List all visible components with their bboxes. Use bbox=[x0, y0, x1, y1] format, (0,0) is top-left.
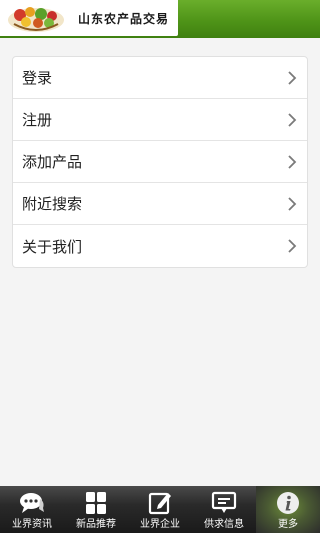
nav-tab-supply-demand[interactable]: 供求信息 bbox=[192, 486, 256, 533]
menu-item-label: 关于我们 bbox=[22, 237, 83, 256]
menu-item-label: 登录 bbox=[22, 69, 53, 87]
header-panel: 山东农产品交易 bbox=[0, 0, 178, 36]
nav-tab-label: 新品推荐 bbox=[76, 519, 116, 530]
nav-tab-label: 业界企业 bbox=[140, 519, 180, 530]
nav-tab-label: 供求信息 bbox=[204, 519, 244, 530]
menu-list: 登录 注册 添加产品 附近搜索 关于我们 bbox=[12, 56, 308, 268]
logo-icon bbox=[8, 7, 64, 32]
nav-tab-label: 业界资讯 bbox=[12, 519, 52, 530]
app-title: 山东农产品交易 bbox=[78, 12, 170, 26]
bottom-nav: 业界资讯 新品推荐 业界企业 供求信息 更多 bbox=[0, 486, 320, 533]
nav-tab-more[interactable]: 更多 bbox=[256, 486, 320, 533]
menu-item-login[interactable]: 登录 bbox=[13, 57, 307, 99]
menu-item-label: 注册 bbox=[22, 111, 53, 129]
message-icon bbox=[211, 491, 237, 513]
menu-item-register[interactable]: 注册 bbox=[13, 99, 307, 141]
chevron-right-icon bbox=[288, 197, 297, 211]
chat-bubbles-icon bbox=[20, 493, 44, 513]
menu-item-add-product[interactable]: 添加产品 bbox=[13, 141, 307, 183]
nav-tab-label: 更多 bbox=[278, 519, 298, 530]
edit-icon bbox=[148, 492, 171, 515]
chevron-right-icon bbox=[288, 113, 297, 127]
nav-tab-industry-companies[interactable]: 业界企业 bbox=[128, 486, 192, 533]
menu-item-label: 添加产品 bbox=[22, 153, 83, 171]
nav-tab-industry-news[interactable]: 业界资讯 bbox=[0, 486, 64, 533]
menu-item-about-us[interactable]: 关于我们 bbox=[13, 225, 307, 267]
chevron-right-icon bbox=[288, 239, 297, 253]
info-icon bbox=[277, 492, 299, 514]
menu-item-label: 附近搜索 bbox=[22, 195, 83, 213]
nav-tab-new-products[interactable]: 新品推荐 bbox=[64, 486, 128, 533]
chevron-right-icon bbox=[288, 155, 297, 169]
chevron-right-icon bbox=[288, 71, 297, 85]
menu-item-nearby-search[interactable]: 附近搜索 bbox=[13, 183, 307, 225]
grid-icon bbox=[86, 492, 106, 514]
app-header: 山东农产品交易 bbox=[0, 0, 320, 38]
